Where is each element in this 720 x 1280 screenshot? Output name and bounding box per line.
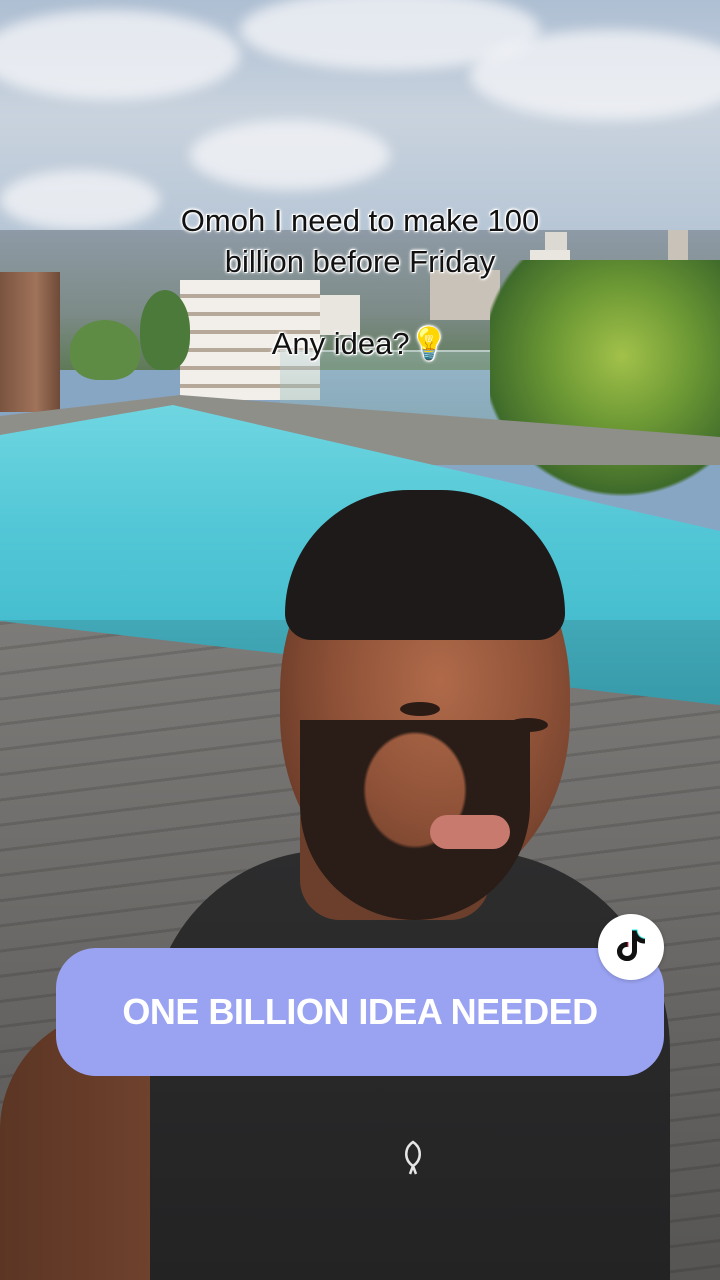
- person: [0, 490, 720, 1280]
- video-caption: Omoh I need to make 100 billion before F…: [0, 200, 720, 364]
- caption-line: Omoh I need to make 100: [180, 203, 540, 238]
- tiktok-badge[interactable]: [598, 914, 664, 980]
- banner-text: ONE BILLION IDEA NEEDED: [122, 991, 598, 1032]
- video-frame: [0, 0, 720, 1280]
- caption-line: Any idea?💡: [271, 326, 449, 361]
- eye: [400, 702, 440, 716]
- tiktok-icon: [614, 927, 648, 968]
- title-banner: ONE BILLION IDEA NEEDED: [56, 948, 664, 1076]
- shirt-logo-icon: [400, 1140, 426, 1176]
- caption-line: billion before Friday: [224, 244, 496, 279]
- hair: [285, 490, 565, 640]
- lips: [430, 815, 510, 849]
